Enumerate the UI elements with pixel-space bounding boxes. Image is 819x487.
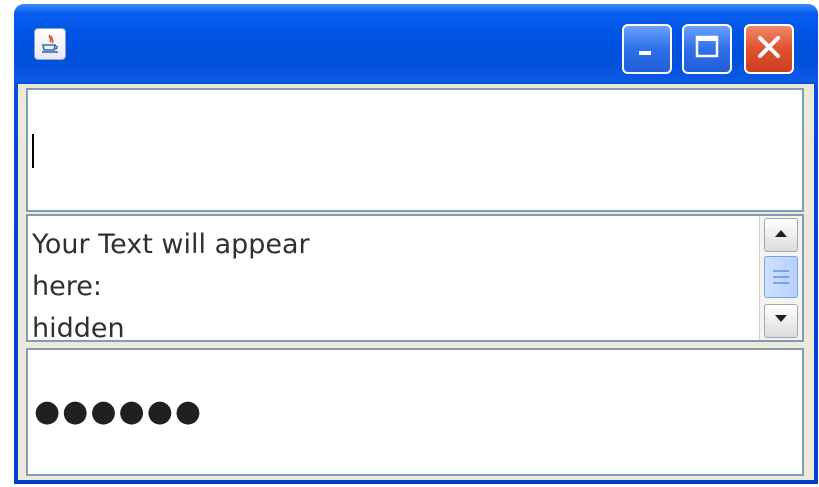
maximize-button[interactable] — [682, 24, 732, 74]
scroll-thumb-grip-icon — [773, 282, 789, 284]
scroll-up-button[interactable] — [764, 218, 798, 252]
scroll-thumb[interactable] — [764, 256, 798, 298]
title-bar[interactable] — [14, 4, 818, 82]
close-button[interactable] — [744, 24, 794, 74]
maximize-icon — [692, 32, 722, 67]
content-pane: Your Text will appear here: hidden ●●●●●… — [18, 84, 814, 480]
password-field[interactable]: ●●●●●● — [26, 348, 804, 476]
scroll-thumb-grip-icon — [773, 270, 789, 272]
close-icon — [754, 32, 784, 67]
text-caret — [32, 134, 34, 168]
output-text-area[interactable]: Your Text will appear here: hidden — [26, 214, 804, 342]
arrow-up-icon — [773, 226, 789, 244]
text-input[interactable] — [26, 88, 804, 212]
vertical-scrollbar[interactable] — [759, 216, 802, 340]
java-coffee-cup-icon[interactable] — [34, 28, 66, 60]
app-window: Your Text will appear here: hidden ●●●●●… — [14, 4, 818, 484]
arrow-down-icon — [773, 312, 789, 330]
scroll-thumb-grip-icon — [773, 276, 789, 278]
output-text: Your Text will appear here: hidden — [32, 229, 310, 342]
minimize-button[interactable] — [622, 24, 672, 74]
minimize-icon — [632, 32, 662, 67]
scroll-down-button[interactable] — [764, 304, 798, 338]
password-masked-value: ●●●●●● — [34, 394, 204, 429]
